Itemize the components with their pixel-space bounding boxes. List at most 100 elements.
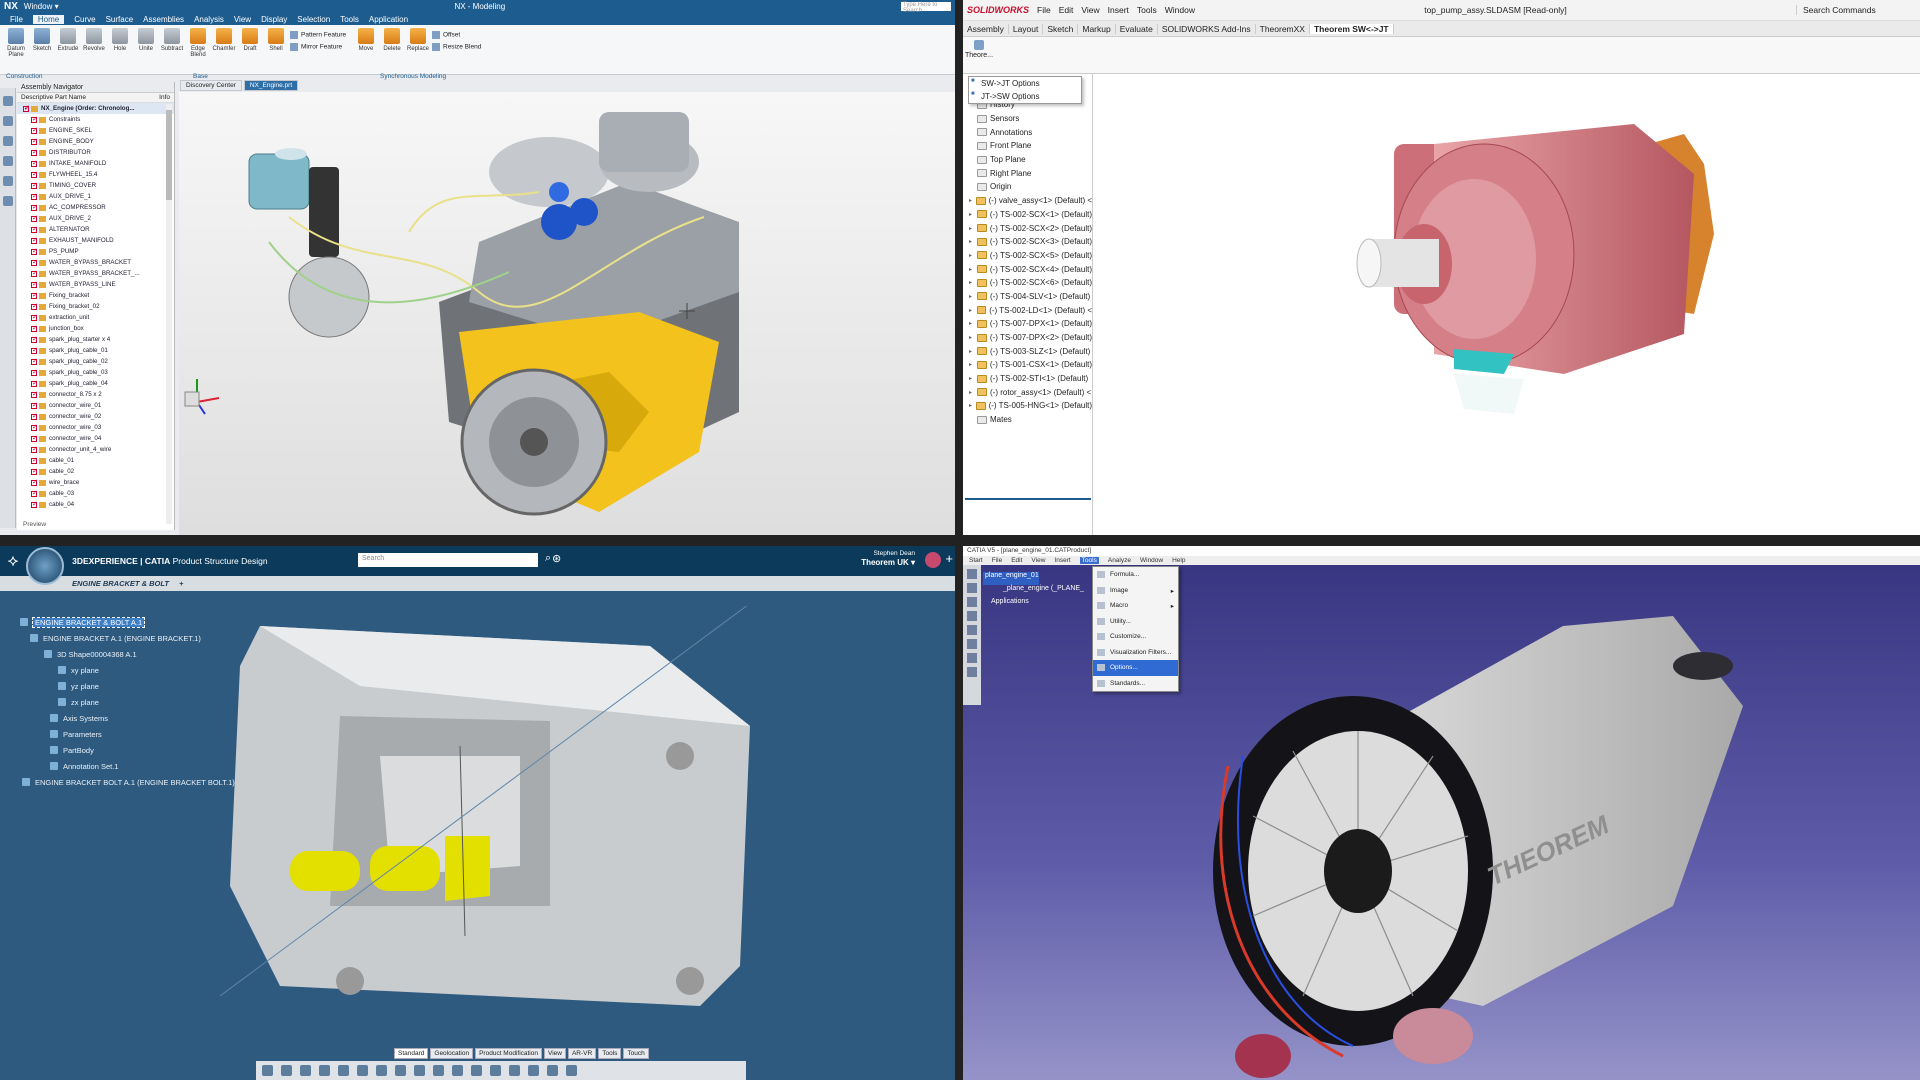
tree-item[interactable]: ENGINE_BODY	[17, 136, 174, 147]
catia-menu-view[interactable]: View	[1031, 557, 1045, 564]
tree-item[interactable]: Fixing_bracket	[17, 290, 174, 301]
tree-item[interactable]: cable_03	[17, 488, 174, 499]
delete-button[interactable]: Delete	[380, 28, 404, 71]
tree-item[interactable]: WATER_BYPASS_BRACKET_...	[17, 268, 174, 279]
resize-blend-button[interactable]: Resize Blend	[432, 43, 494, 51]
shell-button[interactable]: Shell	[264, 28, 288, 71]
tab-tools[interactable]: Tools	[598, 1048, 622, 1059]
menu-visualization-filters[interactable]: Visualization Filters...	[1093, 645, 1178, 661]
tree-item[interactable]: wire_brace	[17, 477, 174, 488]
history-icon[interactable]	[3, 176, 13, 186]
cube-icon[interactable]	[471, 1065, 482, 1076]
render-icon[interactable]	[452, 1065, 463, 1076]
tree-item[interactable]: cable_02	[17, 466, 174, 477]
menu-standards[interactable]: Standards...	[1093, 676, 1178, 692]
nx-menu-application[interactable]: Application	[369, 15, 408, 24]
feature-tree-item[interactable]: ▸ (-) valve_assy<1> (Default) <	[963, 194, 1092, 208]
feature-tree-item[interactable]: Sensors	[963, 112, 1092, 126]
feature-tree-item[interactable]: Top Plane	[963, 153, 1092, 167]
feature-tree-item[interactable]: Origin	[963, 180, 1092, 194]
nx-menu-tools[interactable]: Tools	[340, 15, 359, 24]
tag-icon[interactable]: ⊛	[552, 552, 561, 565]
menu-utility[interactable]: Utility...	[1093, 614, 1178, 630]
tree-item[interactable]: connector_wire_02	[17, 411, 174, 422]
feature-tree-item[interactable]: ▸ (-) TS-003-SLZ<1> (Default)	[963, 344, 1092, 358]
sw-menu-insert[interactable]: Insert	[1108, 5, 1129, 15]
sw-tab-sketch[interactable]: Sketch	[1043, 23, 1079, 34]
theorem-button[interactable]: Theore...	[965, 40, 993, 59]
nx-menu-home[interactable]: Home	[32, 14, 65, 24]
select-icon[interactable]	[967, 569, 977, 579]
catia-menu-file[interactable]: File	[992, 557, 1002, 564]
tab-touch[interactable]: Touch	[623, 1048, 649, 1059]
tree-item[interactable]: spark_plug_cable_01	[17, 345, 174, 356]
nx-menu-selection[interactable]: Selection	[297, 15, 330, 24]
draft-button[interactable]: Draft	[238, 28, 262, 71]
datum-plane-button[interactable]: Datum Plane	[4, 28, 28, 71]
sw-to-jt-options[interactable]: SW->JT Options	[969, 77, 1081, 90]
part-icon[interactable]	[967, 611, 977, 621]
tree-item[interactable]: connector_unit_4_wire	[17, 444, 174, 455]
feature-tree-item[interactable]: ▸ (-) TS-002-SCX<1> (Default)	[963, 208, 1092, 222]
tree-item[interactable]: connector_8.75 x 2	[17, 389, 174, 400]
offset-button[interactable]: Offset	[432, 31, 494, 39]
tree-item[interactable]: AUX_DRIVE_2	[17, 213, 174, 224]
feature-tree-item[interactable]: Mates	[963, 413, 1092, 427]
menu-customize[interactable]: Customize...	[1093, 629, 1178, 645]
feature-tree-item[interactable]: ▸ (-) TS-007-DPX<1> (Default)	[963, 317, 1092, 331]
revolve-button[interactable]: Revolve	[82, 28, 106, 71]
menu-options[interactable]: Options...	[1093, 660, 1178, 676]
sw-menu-window[interactable]: Window	[1165, 5, 1195, 15]
tree-item[interactable]: FLYWHEEL_15.4	[17, 169, 174, 180]
sw-menu-view[interactable]: View	[1081, 5, 1099, 15]
tree-item[interactable]: spark_plug_starter x 4	[17, 334, 174, 345]
catia-menu-help[interactable]: Help	[1172, 557, 1185, 564]
3dx-search-input[interactable]: Search	[358, 553, 538, 567]
tree-item[interactable]: INTAKE_MANIFOLD	[17, 158, 174, 169]
pattern-feature-button[interactable]: Pattern Feature	[290, 31, 352, 39]
mirror-feature-button[interactable]: Mirror Feature	[290, 43, 352, 51]
rotate-icon[interactable]	[395, 1065, 406, 1076]
sw-tab-addins[interactable]: SOLIDWORKS Add-Ins	[1158, 23, 1256, 34]
assembly-navigator-icon[interactable]	[3, 96, 13, 106]
subtract-button[interactable]: Subtract	[160, 28, 184, 71]
tree-item[interactable]: Constraints	[17, 114, 174, 125]
feature-tree-item[interactable]: ▸ (-) TS-007-DPX<2> (Default)	[963, 331, 1092, 345]
sw-tab-theoremxx[interactable]: TheoremXX	[1256, 23, 1310, 34]
search-icon[interactable]: ⌕	[545, 552, 551, 565]
menu-formula[interactable]: Formula...	[1093, 567, 1178, 583]
fit-all-icon[interactable]	[357, 1065, 368, 1076]
tree-item[interactable]: TIMING_COVER	[17, 180, 174, 191]
tree-item[interactable]: WATER_BYPASS_LINE	[17, 279, 174, 290]
paste-icon[interactable]	[300, 1065, 311, 1076]
tree-item[interactable]: DISTRIBUTOR	[17, 147, 174, 158]
tree-item[interactable]: AUX_DRIVE_1	[17, 191, 174, 202]
preview-panel[interactable]: Preview	[23, 521, 46, 528]
capture-icon[interactable]	[547, 1065, 558, 1076]
sw-tab-assembly[interactable]: Assembly	[963, 23, 1009, 34]
menu-image[interactable]: Image	[1093, 583, 1178, 599]
menu-macro[interactable]: Macro	[1093, 598, 1178, 614]
roles-icon[interactable]	[3, 196, 13, 206]
constraint-icon[interactable]	[967, 625, 977, 635]
sw-tab-layout[interactable]: Layout	[1009, 23, 1044, 34]
nx-menu-surface[interactable]: Surface	[106, 15, 134, 24]
tree-root[interactable]: plane_engine_01	[983, 572, 1039, 585]
feature-tree-item[interactable]: ▸ (-) TS-002-SCX<3> (Default)	[963, 235, 1092, 249]
component-icon[interactable]	[967, 597, 977, 607]
tree-item[interactable]: PS_PUMP	[17, 246, 174, 257]
nx-menu-view[interactable]: View	[234, 15, 251, 24]
tree-item[interactable]: EXHAUST_MANIFOLD	[17, 235, 174, 246]
reuse-library-icon[interactable]	[3, 156, 13, 166]
settings-icon[interactable]	[566, 1065, 577, 1076]
move-button[interactable]: Move	[354, 28, 378, 71]
tree-item[interactable]: connector_wire_04	[17, 433, 174, 444]
feature-tree-item[interactable]: ▸ (-) TS-002-SCX<5> (Default)	[963, 249, 1092, 263]
jet-engine-model[interactable]: THEOREM	[1183, 586, 1920, 1080]
catia-menu-tools[interactable]: Tools	[1079, 557, 1099, 564]
nx-navigator-scrollbar[interactable]	[166, 104, 172, 524]
hide-show-icon[interactable]	[490, 1065, 501, 1076]
zoom-icon[interactable]	[414, 1065, 425, 1076]
add-icon[interactable]: +	[945, 551, 953, 566]
unite-button[interactable]: Unite	[134, 28, 158, 71]
